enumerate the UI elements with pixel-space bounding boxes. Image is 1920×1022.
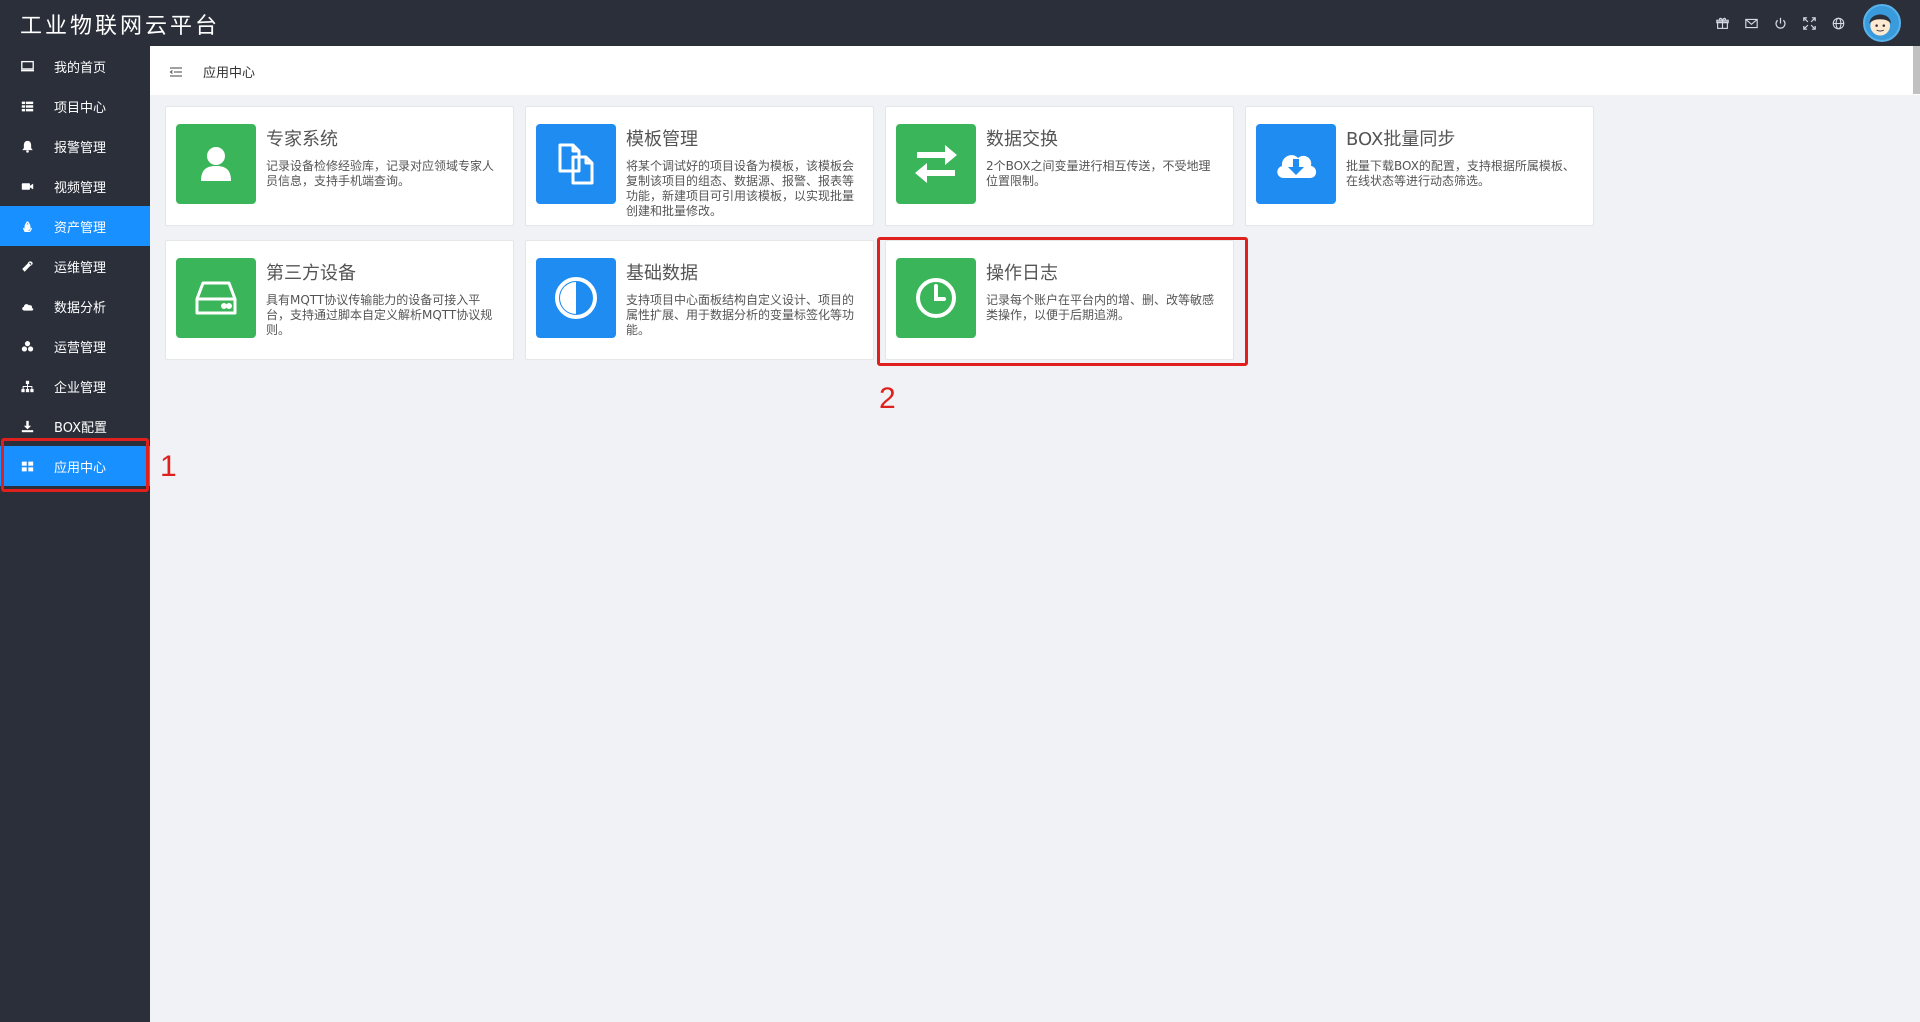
app-card-data-exchange[interactable]: 数据交换 2个BOX之间变量进行相互传送，不受地理位置限制。 bbox=[885, 106, 1234, 226]
sidebar-item-label: 视频管理 bbox=[54, 180, 107, 196]
contrast-icon bbox=[536, 258, 616, 338]
bell-icon bbox=[20, 139, 34, 153]
app-card-operation-log[interactable]: 操作日志 记录每个账户在平台内的增、删、改等敏感类操作，以便于后期追溯。 bbox=[885, 240, 1234, 360]
app-title: 工业物联网云平台 bbox=[20, 14, 221, 39]
card-description: 批量下载BOX的配置，支持根据所属模板、在线状态等进行动态筛选。 bbox=[1346, 159, 1575, 188]
sidebar-item-label: 我的首页 bbox=[54, 60, 107, 76]
card-title: BOX批量同步 bbox=[1346, 129, 1456, 150]
sidebar-item-app-center[interactable]: 应用中心 bbox=[0, 446, 150, 486]
sidebar-item-label: 运维管理 bbox=[54, 260, 107, 276]
card-description: 2个BOX之间变量进行相互传送，不受地理位置限制。 bbox=[986, 159, 1211, 188]
sidebar-item-home[interactable]: 我的首页 bbox=[0, 46, 150, 86]
sidebar-item-alarms[interactable]: 报警管理 bbox=[0, 126, 150, 166]
app-card-template-management[interactable]: 模板管理 将某个调试好的项目设备为模板，该模板会复制该项目的组态、数据源、报警、… bbox=[525, 106, 874, 226]
breadcrumb-current: 应用中心 bbox=[203, 66, 256, 81]
card-title: 基础数据 bbox=[626, 263, 698, 284]
download-icon bbox=[20, 419, 34, 433]
exchange-icon bbox=[896, 124, 976, 204]
cloud-download-icon bbox=[1256, 124, 1336, 204]
monitor-icon bbox=[20, 59, 34, 73]
list-icon bbox=[20, 99, 34, 113]
card-title: 专家系统 bbox=[266, 129, 338, 150]
grid-icon bbox=[20, 459, 34, 473]
card-description: 具有MQTT协议传输能力的设备可接入平台，支持通过脚本自定义解析MQTT协议规则… bbox=[266, 293, 493, 337]
avatar[interactable] bbox=[1863, 4, 1901, 42]
recycle-icon bbox=[20, 219, 34, 233]
sidebar-item-operations[interactable]: 运营管理 bbox=[0, 326, 150, 366]
fullscreen-icon[interactable] bbox=[1795, 0, 1824, 46]
cloud-icon bbox=[20, 299, 34, 313]
sidebar-item-enterprise[interactable]: 企业管理 bbox=[0, 366, 150, 406]
globe-icon[interactable] bbox=[1824, 0, 1853, 46]
hdd-icon bbox=[176, 258, 256, 338]
sidebar-item-assets[interactable]: 资产管理 bbox=[0, 206, 150, 246]
top-bar: 工业物联网云平台 bbox=[0, 0, 1920, 46]
mail-icon[interactable] bbox=[1737, 0, 1766, 46]
power-icon[interactable] bbox=[1766, 0, 1795, 46]
card-description: 支持项目中心面板结构自定义设计、项目的属性扩展、用于数据分析的变量标签化等功能。 bbox=[626, 293, 855, 337]
sidebar-item-label: 报警管理 bbox=[54, 140, 107, 156]
app-card-third-party-device[interactable]: 第三方设备 具有MQTT协议传输能力的设备可接入平台，支持通过脚本自定义解析MQ… bbox=[165, 240, 514, 360]
sidebar-item-video[interactable]: 视频管理 bbox=[0, 166, 150, 206]
app-card-expert-system[interactable]: 专家系统 记录设备检修经验库，记录对应领域专家人员信息，支持手机端查询。 bbox=[165, 106, 514, 226]
sidebar-item-maintenance[interactable]: 运维管理 bbox=[0, 246, 150, 286]
card-title: 第三方设备 bbox=[266, 263, 356, 284]
sidebar-item-label: 企业管理 bbox=[54, 380, 107, 396]
cubes-icon bbox=[20, 339, 34, 353]
annotation-label-1: 1 bbox=[160, 450, 177, 483]
app-card-basic-data[interactable]: 基础数据 支持项目中心面板结构自定义设计、项目的属性扩展、用于数据分析的变量标签… bbox=[525, 240, 874, 360]
user-icon bbox=[176, 124, 256, 204]
card-description: 记录设备检修经验库，记录对应领域专家人员信息，支持手机端查询。 bbox=[266, 159, 495, 188]
card-title: 数据交换 bbox=[986, 129, 1058, 150]
card-description: 将某个调试好的项目设备为模板，该模板会复制该项目的组态、数据源、报警、报表等功能… bbox=[626, 159, 855, 218]
gift-icon[interactable] bbox=[1708, 0, 1737, 46]
card-description: 记录每个账户在平台内的增、删、改等敏感类操作，以便于后期追溯。 bbox=[986, 293, 1215, 322]
sidebar: 我的首页 项目中心 报警管理 视频管理 资产管理 运维管理 数据分析 运营管理 … bbox=[0, 46, 150, 1022]
card-title: 模板管理 bbox=[626, 129, 698, 150]
copy-icon bbox=[536, 124, 616, 204]
scrollbar[interactable] bbox=[1913, 46, 1920, 94]
breadcrumb: 应用中心 bbox=[150, 46, 1920, 95]
sidebar-item-label: 资产管理 bbox=[54, 220, 107, 236]
sidebar-item-label: BOX配置 bbox=[54, 420, 107, 436]
sitemap-icon bbox=[20, 379, 34, 393]
sidebar-item-box-config[interactable]: BOX配置 bbox=[0, 406, 150, 446]
video-icon bbox=[20, 179, 34, 193]
menu-toggle-icon[interactable] bbox=[169, 64, 183, 78]
sidebar-item-label: 项目中心 bbox=[54, 100, 107, 116]
app-card-box-batch-sync[interactable]: BOX批量同步 批量下载BOX的配置，支持根据所属模板、在线状态等进行动态筛选。 bbox=[1245, 106, 1594, 226]
wrench-icon bbox=[20, 259, 34, 273]
card-title: 操作日志 bbox=[986, 263, 1058, 284]
sidebar-item-label: 运营管理 bbox=[54, 340, 107, 356]
sidebar-item-analytics[interactable]: 数据分析 bbox=[0, 286, 150, 326]
annotation-label-2: 2 bbox=[879, 382, 896, 415]
sidebar-item-label: 应用中心 bbox=[54, 460, 107, 476]
clock-icon bbox=[896, 258, 976, 338]
sidebar-item-projects[interactable]: 项目中心 bbox=[0, 86, 150, 126]
sidebar-item-label: 数据分析 bbox=[54, 300, 107, 316]
top-toolbar bbox=[1708, 0, 1920, 46]
